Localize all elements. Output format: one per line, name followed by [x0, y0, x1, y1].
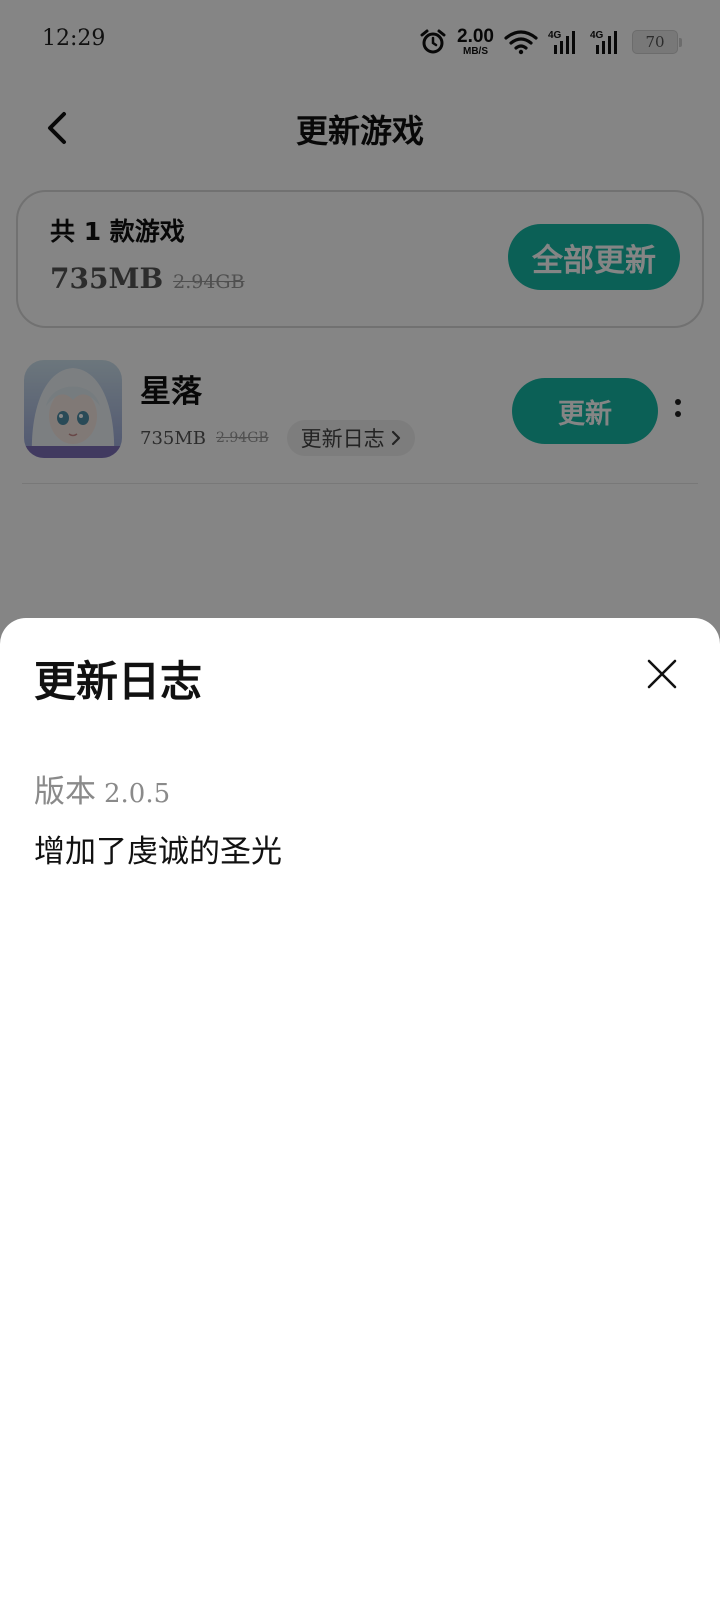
version-number: 2.0.5 [104, 779, 171, 809]
changelog-sheet: 更新日志 版本 2.0.5 增加了虔诚的圣光 [0, 618, 720, 1610]
sheet-title: 更新日志 [34, 657, 203, 706]
version-label: 版本 [34, 774, 96, 810]
changelog-text: 增加了虔诚的圣光 [34, 834, 282, 870]
version-line: 版本 2.0.5 [34, 766, 170, 811]
close-icon[interactable] [646, 658, 678, 690]
